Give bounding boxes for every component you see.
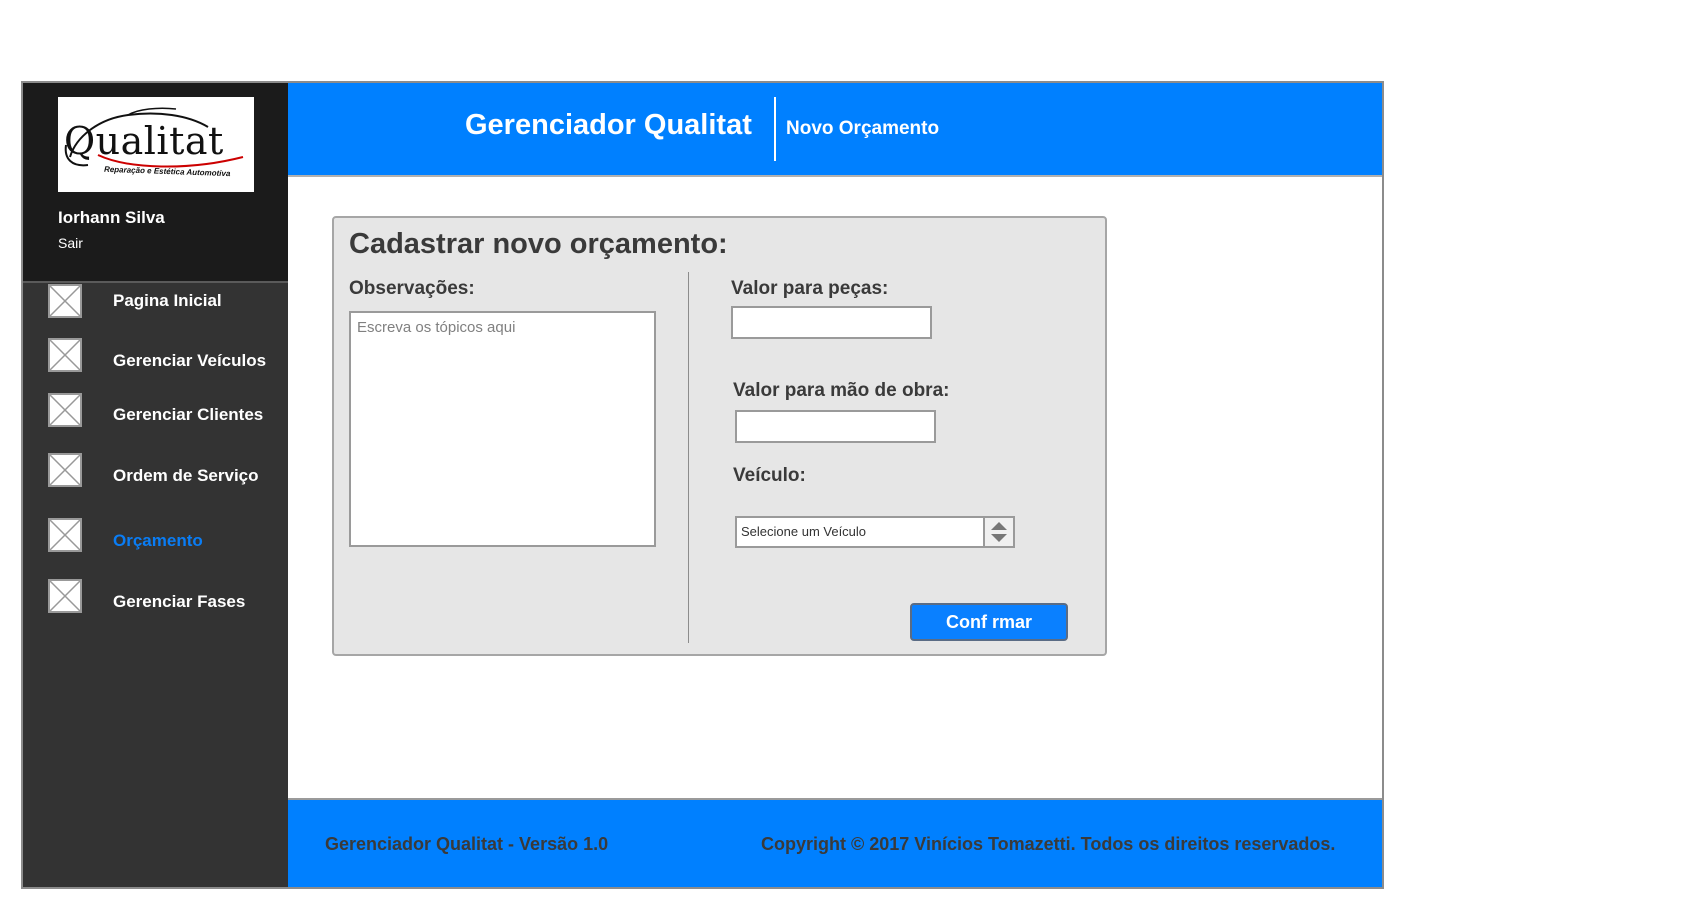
image-placeholder-icon bbox=[48, 393, 82, 432]
labor-value-input[interactable] bbox=[735, 410, 936, 443]
labor-value-label: Valor para mão de obra: bbox=[733, 380, 950, 401]
sidebar-item-label: Ordem de Serviço bbox=[113, 466, 259, 485]
sidebar-item-gerenciar-veiculos[interactable]: Gerenciar Veículos bbox=[23, 334, 288, 378]
sidebar-item-gerenciar-fases[interactable]: Gerenciar Fases bbox=[23, 575, 288, 619]
footer-version: Gerenciador Qualitat - Versão 1.0 bbox=[325, 834, 609, 854]
image-placeholder-icon bbox=[48, 518, 82, 557]
new-budget-form: Cadastrar novo orçamento: Observações: V… bbox=[332, 216, 1107, 656]
sidebar-item-label: Gerenciar Clientes bbox=[113, 405, 264, 424]
logo-wordmark: Qualitat bbox=[64, 119, 224, 163]
observations-label: Observações: bbox=[349, 278, 475, 299]
sidebar-item-ordem-de-servico[interactable]: Ordem de Serviço bbox=[23, 449, 288, 493]
vehicle-select-value: Selecione um Veículo bbox=[741, 524, 867, 539]
updown-arrows-icon bbox=[983, 518, 1013, 546]
sidebar-item-pagina-inicial[interactable]: Pagina Inicial bbox=[23, 280, 288, 324]
sidebar: Qualitat Reparação e Estética Automotiva… bbox=[23, 83, 288, 887]
sidebar-item-label: Pagina Inicial bbox=[113, 291, 222, 310]
confirm-button[interactable]: Conf rmar bbox=[910, 603, 1068, 641]
header-divider bbox=[774, 97, 776, 161]
vehicle-label: Veículo: bbox=[733, 465, 806, 486]
app-title: Gerenciador Qualitat bbox=[465, 109, 752, 141]
sidebar-profile: Qualitat Reparação e Estética Automotiva… bbox=[23, 83, 288, 283]
sidebar-item-label: Gerenciar Veículos bbox=[113, 351, 267, 370]
page-subtitle: Novo Orçamento bbox=[786, 118, 940, 139]
footer-bar: Gerenciador Qualitat - Versão 1.0 Copyri… bbox=[288, 798, 1382, 887]
image-placeholder-icon bbox=[48, 338, 82, 377]
form-column-divider bbox=[688, 272, 689, 643]
logout-link[interactable]: Sair bbox=[58, 235, 83, 251]
sidebar-item-orcamento[interactable]: Orçamento bbox=[23, 514, 288, 558]
image-placeholder-icon bbox=[48, 284, 82, 323]
sidebar-item-label: Gerenciar Fases bbox=[113, 592, 246, 611]
app-window: Qualitat Reparação e Estética Automotiva… bbox=[21, 81, 1384, 889]
parts-value-input[interactable] bbox=[731, 306, 932, 339]
user-name: Iorhann Silva bbox=[58, 208, 165, 227]
observations-textarea[interactable] bbox=[349, 311, 656, 547]
sidebar-item-label: Orçamento bbox=[113, 531, 203, 550]
image-placeholder-icon bbox=[48, 579, 82, 618]
parts-value-label: Valor para peças: bbox=[731, 278, 889, 299]
qualitat-logo: Qualitat Reparação e Estética Automotiva bbox=[58, 97, 254, 192]
header-bar: Gerenciador Qualitat Novo Orçamento bbox=[288, 83, 1382, 177]
form-title: Cadastrar novo orçamento: bbox=[349, 228, 728, 260]
image-placeholder-icon bbox=[48, 453, 82, 492]
vehicle-select[interactable]: Selecione um Veículo bbox=[735, 516, 1015, 548]
footer-copyright: Copyright © 2017 Vinícios Tomazetti. Tod… bbox=[761, 834, 1336, 854]
sidebar-item-gerenciar-clientes[interactable]: Gerenciar Clientes bbox=[23, 389, 288, 433]
